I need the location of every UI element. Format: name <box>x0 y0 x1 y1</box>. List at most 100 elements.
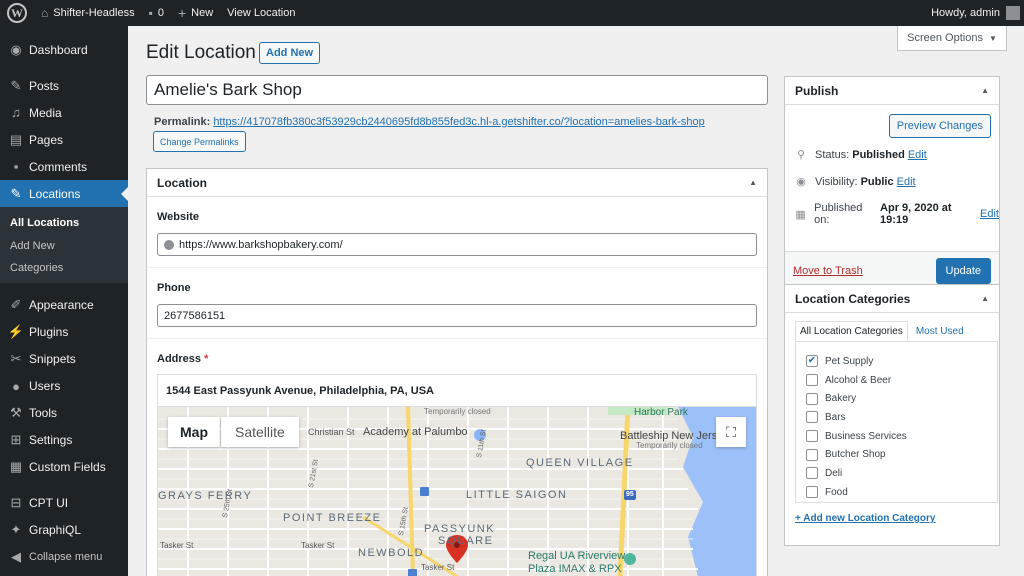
view-location-link[interactable]: View Location <box>220 0 302 26</box>
map-label: Harbor Park <box>634 407 688 418</box>
checkbox[interactable] <box>806 392 818 405</box>
sidebar-item-appearance[interactable]: ✐ Appearance <box>0 292 128 319</box>
edit-date-link[interactable]: Edit <box>980 208 999 220</box>
category-label: Butcher Shop <box>825 449 886 461</box>
list-item[interactable]: Business Services <box>796 427 997 446</box>
address-label: Address * <box>157 353 757 365</box>
sidebar-item-settings[interactable]: ⊞ Settings <box>0 427 128 454</box>
sidebar-item-graphiql[interactable]: ✦ GraphiQL <box>0 517 128 544</box>
collapse-triangle-icon[interactable]: ▲ <box>981 86 989 95</box>
permalink-link[interactable]: https://417078fb380c3f53929cb2440695fd8b… <box>213 116 704 128</box>
post-title-input[interactable]: Amelie's Bark Shop <box>146 75 768 105</box>
sidebar-item-custom-fields[interactable]: ▦ Custom Fields <box>0 454 128 481</box>
permalink: Permalink: https://417078fb380c3f53929cb… <box>154 116 705 128</box>
fullscreen-icon[interactable]: ⛶ <box>716 417 746 447</box>
move-to-trash-link[interactable]: Move to Trash <box>793 265 863 277</box>
permalink-label: Permalink: <box>154 116 211 128</box>
sidebar-item-users[interactable]: ● Users <box>0 373 128 400</box>
categories-title: Location Categories <box>795 291 911 306</box>
list-item[interactable]: Deli <box>796 464 997 483</box>
sidebar-item-label: Appearance <box>29 298 94 312</box>
pages-icon: ▤ <box>9 131 23 147</box>
preview-changes-button[interactable]: Preview Changes <box>888 114 991 138</box>
map-label: Tasker St <box>421 563 455 572</box>
list-item[interactable]: Butcher Shop <box>796 445 997 464</box>
collapse-triangle-icon[interactable]: ▲ <box>749 178 757 187</box>
screen-options-label: Screen Options <box>907 32 983 44</box>
new-content-link[interactable]: + New <box>171 0 220 26</box>
location-metabox-header[interactable]: Location ▲ <box>147 169 767 197</box>
sidebar-item-label: Posts <box>29 78 60 93</box>
submenu-all-locations[interactable]: All Locations <box>0 212 128 235</box>
checkbox[interactable] <box>806 411 818 424</box>
edit-status-link[interactable]: Edit <box>908 149 927 161</box>
website-input[interactable]: https://www.barkshopbakery.com/ <box>157 233 757 256</box>
sidebar-item-cpt-ui[interactable]: ⊟ CPT UI <box>0 490 128 517</box>
location-metabox-title: Location <box>157 175 207 190</box>
sidebar-item-locations[interactable]: ✎ Locations <box>0 180 128 207</box>
sidebar-item-tools[interactable]: ⚒ Tools <box>0 400 128 427</box>
address-search-input[interactable]: 1544 East Passyunk Avenue, Philadelphia,… <box>158 375 756 407</box>
edit-visibility-link[interactable]: Edit <box>897 176 916 188</box>
change-permalinks-button[interactable]: Change Permalinks <box>153 131 246 152</box>
map-label: LITTLE SAIGON <box>466 489 568 501</box>
add-new-category-link[interactable]: + Add new Location Category <box>795 513 935 524</box>
sidebar-item-posts[interactable]: ✎ Posts <box>0 72 128 99</box>
google-map[interactable]: Temporarily closed Harbor Park Christian… <box>158 407 756 576</box>
account-menu[interactable]: Howdy, admin <box>924 0 1024 26</box>
checkbox[interactable] <box>806 486 818 499</box>
wordpress-menu[interactable]: W <box>0 0 34 26</box>
pin-icon: ✎ <box>10 77 22 93</box>
tab-most-used[interactable]: Most Used <box>912 321 968 342</box>
scissors-icon: ✂ <box>10 351 22 366</box>
phone-input[interactable]: 2677586151 <box>157 304 757 327</box>
sidebar-item-pages[interactable]: ▤ Pages <box>0 126 128 153</box>
list-item[interactable]: Bakery <box>796 389 997 408</box>
add-new-button[interactable]: Add New <box>259 42 321 64</box>
pin-icon: ✎ <box>10 185 22 201</box>
tab-all-location-categories[interactable]: All Location Categories <box>795 321 908 342</box>
list-item[interactable]: Bars <box>796 408 997 427</box>
main-content: Screen Options ▼ Edit Location Add New A… <box>128 26 1024 576</box>
list-item[interactable]: Alcohol & Beer <box>796 371 997 390</box>
submenu-add-new[interactable]: Add New <box>0 235 128 258</box>
comments-count: 0 <box>157 7 164 19</box>
settings-icon: ⊞ <box>10 432 22 447</box>
published-label: Published on: <box>814 202 863 226</box>
comments-link[interactable]: ▪ 0 <box>142 0 171 26</box>
sidebar-item-label: Plugins <box>29 325 69 339</box>
checkbox[interactable] <box>806 430 818 443</box>
update-button[interactable]: Update <box>935 258 991 284</box>
checkbox[interactable] <box>806 374 818 387</box>
site-name-link[interactable]: ⌂ Shifter-Headless <box>34 0 142 26</box>
collapse-triangle-icon[interactable]: ▲ <box>981 294 989 303</box>
sidebar-item-plugins[interactable]: ⚡ Plugins <box>0 319 128 346</box>
published-value: Apr 9, 2020 at 19:19 <box>880 202 952 226</box>
category-checklist: ✔ Pet Supply Alcohol & Beer Bakery Bars B… <box>795 341 998 503</box>
map-label: Regal UA Riverview <box>528 550 626 562</box>
locations-submenu: All Locations Add New Categories <box>0 207 128 283</box>
submenu-categories[interactable]: Categories <box>0 257 128 280</box>
sidebar-item-dashboard[interactable]: ◉ Dashboard <box>0 36 128 63</box>
sidebar-item-comments[interactable]: ▪ Comments <box>0 153 128 180</box>
category-label: Pet Supply <box>825 355 874 367</box>
publish-metabox-header[interactable]: Publish ▲ <box>785 77 999 105</box>
checkbox-checked[interactable]: ✔ <box>806 355 818 368</box>
sidebar-item-snippets[interactable]: ✂ Snippets <box>0 346 128 373</box>
screen-options-button[interactable]: Screen Options ▼ <box>897 26 1007 51</box>
list-item[interactable]: ✔ Pet Supply <box>796 352 997 371</box>
collapse-menu-button[interactable]: ◀ Collapse menu <box>0 544 128 571</box>
eye-icon: ◉ <box>796 176 806 188</box>
categories-metabox-header[interactable]: Location Categories ▲ <box>785 285 999 313</box>
category-label: Food <box>825 486 848 498</box>
avatar <box>1006 6 1020 20</box>
sidebar-item-media[interactable]: ♫ Media <box>0 99 128 126</box>
map-view-button[interactable]: Map <box>168 417 220 447</box>
list-item[interactable]: Food <box>796 483 997 502</box>
category-label: Bars <box>825 411 846 423</box>
map-label: Temporarily closed <box>424 407 491 416</box>
satellite-view-button[interactable]: Satellite <box>221 417 299 447</box>
checkbox[interactable] <box>806 448 818 461</box>
checkbox[interactable] <box>806 467 818 480</box>
map-label: PASSYUNK <box>424 523 496 535</box>
